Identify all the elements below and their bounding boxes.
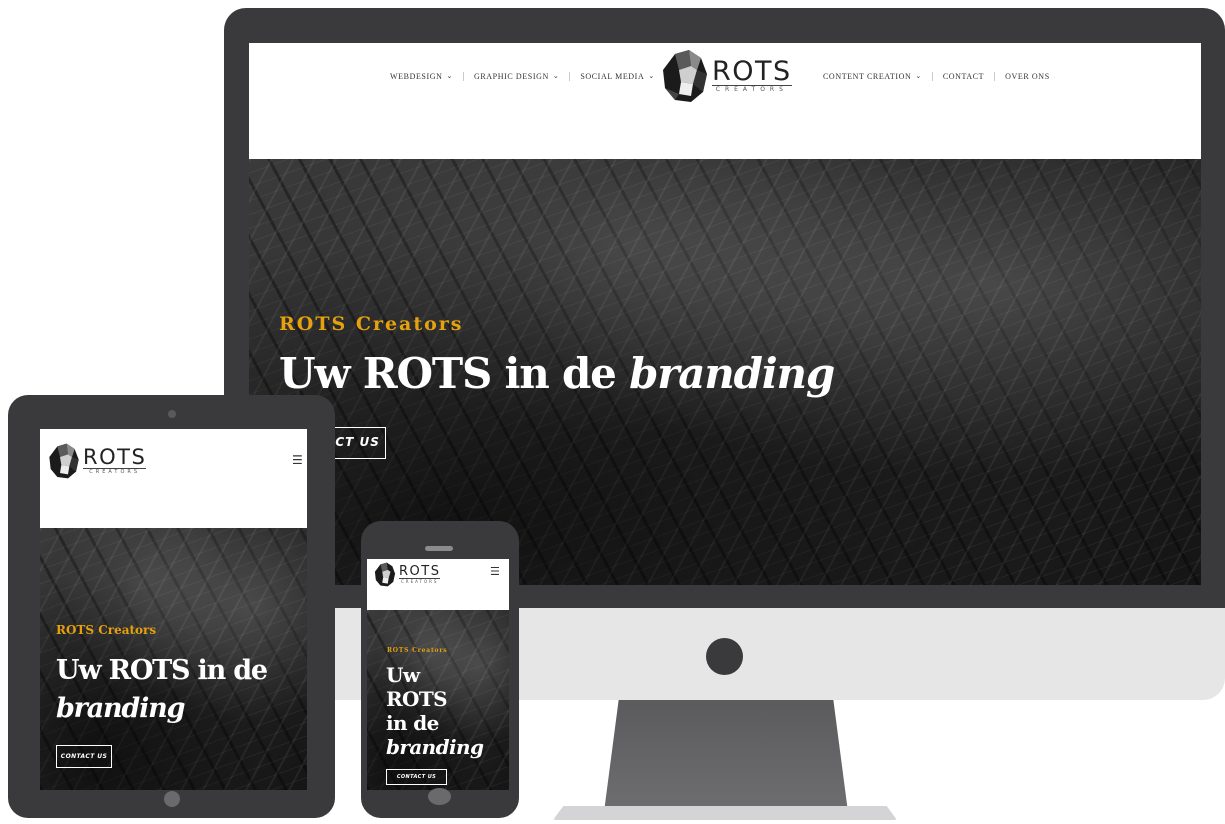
chevron-down-icon: ⌄ [915,72,922,80]
headline-italic: branding [56,693,185,724]
desktop-header: WEBDESIGN ⌄ GRAPHIC DESIGN ⌄ SOCIAL MEDI… [249,43,1201,159]
phone-logo[interactable]: ROTS CREATORS [374,561,441,588]
headline-text: Uw ROTS in de [56,655,268,686]
chevron-down-icon: ⌄ [552,72,560,80]
phone-header: ROTS CREATORS ☰ [367,559,509,610]
phone-hero: ROTS Creators Uw ROTS in de branding CON… [367,610,509,790]
desktop-monitor-stand [604,700,848,812]
nav-item-label: SOCIAL MEDIA [580,71,645,81]
hero-headline: Uw ROTS in de branding [279,349,835,398]
tablet-hero: ROTS Creators Uw ROTS in de branding CON… [40,528,307,790]
hero-headline: Uw ROTS in de branding [56,652,296,728]
rock-logo-icon [374,562,396,587]
hero-tagline: ROTS Creators [279,313,464,335]
nav-item-label: CONTENT CREATION [823,71,912,81]
headline-line: Uw [386,663,420,687]
hero-tagline: ROTS Creators [56,623,157,637]
desktop-logo[interactable]: ROTS CREATORS [661,48,792,104]
rock-logo-icon [663,50,707,102]
contact-us-button[interactable]: CONTACT US [56,745,112,768]
logo-subtitle: CREATORS [399,577,441,584]
logo-wordmark: ROTS [712,56,792,88]
rock-logo-icon [49,443,79,479]
phone-screen: ROTS CREATORS ☰ ROTS Creators Uw ROTS in… [367,559,509,790]
logo-wordmark: ROTS [399,563,441,579]
monitor-logo-icon [706,638,743,675]
tablet-screen: ROTS CREATORS ☰ ROTS Creators Uw ROTS in… [40,429,307,790]
nav-item-content-creation[interactable]: CONTENT CREATION ⌄ [813,71,933,81]
headline-text: Uw ROTS in de [279,349,630,398]
headline-line: in de [386,711,439,735]
logo-subtitle: CREATORS [83,467,147,476]
desktop-monitor-base [553,806,897,820]
chevron-down-icon: ⌄ [648,72,655,80]
hero-tagline: ROTS Creators [387,647,448,654]
desktop-nav-right: CONTENT CREATION ⌄ CONTACT OVER ONS [813,70,1060,82]
hamburger-icon[interactable]: ☰ [490,565,500,578]
nav-item-graphic-design[interactable]: GRAPHIC DESIGN ⌄ [464,71,571,81]
hero-headline: Uw ROTS in de branding [386,663,506,759]
desktop-nav-left: WEBDESIGN ⌄ GRAPHIC DESIGN ⌄ SOCIAL MEDI… [380,70,665,82]
tablet-home-button [164,791,180,807]
chevron-down-icon: ⌄ [446,72,453,80]
nav-item-webdesign[interactable]: WEBDESIGN ⌄ [380,71,464,81]
headline-line: ROTS [386,687,448,711]
nav-item-contact[interactable]: CONTACT [933,71,996,81]
nav-item-label: CONTACT [942,71,985,81]
logo-subtitle: CREATORS [712,85,792,94]
tablet-header: ROTS CREATORS ☰ [40,429,307,528]
tablet-camera-icon [168,410,176,418]
nav-item-over-ons[interactable]: OVER ONS [995,72,1060,81]
nav-item-label: OVER ONS [1005,71,1050,81]
contact-us-button[interactable]: CONTACT US [386,769,447,785]
hamburger-icon[interactable]: ☰ [292,453,303,467]
headline-italic: branding [386,735,484,759]
nav-item-label: WEBDESIGN [390,71,443,81]
nav-item-social-media[interactable]: SOCIAL MEDIA ⌄ [570,72,664,81]
desktop-screen: WEBDESIGN ⌄ GRAPHIC DESIGN ⌄ SOCIAL MEDI… [249,43,1201,585]
tablet-logo[interactable]: ROTS CREATORS [48,437,147,485]
logo-wordmark: ROTS [83,444,147,469]
phone-speaker [425,546,453,551]
nav-item-label: GRAPHIC DESIGN [473,71,549,81]
headline-italic: branding [629,349,835,398]
phone-home-button [428,788,451,805]
